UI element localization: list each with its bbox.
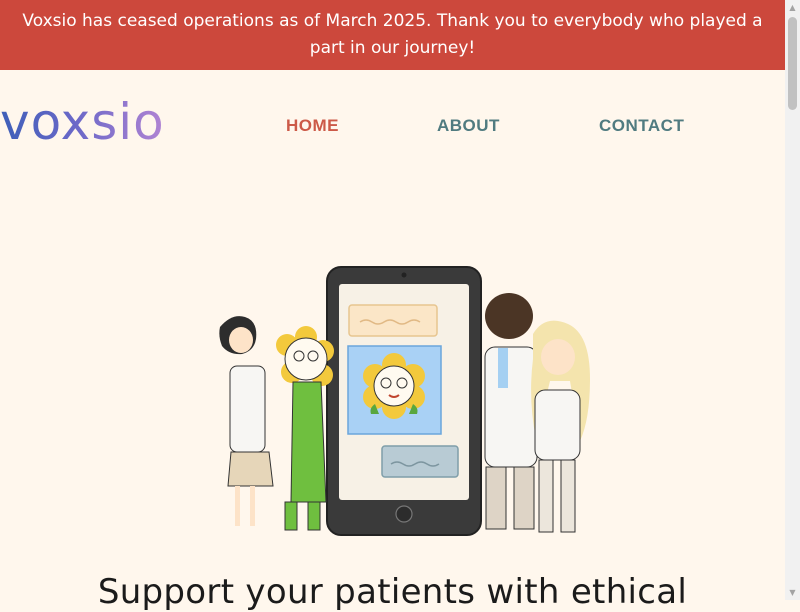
flower-costume-character xyxy=(276,326,334,531)
doctor-man xyxy=(484,293,538,530)
hero-illustration xyxy=(215,262,605,542)
site-header: voxsio HOME ABOUT CONTACT xyxy=(0,70,785,180)
scroll-up-arrow-icon[interactable]: ▲ xyxy=(785,0,800,15)
page-scrollbar[interactable]: ▲ ▼ xyxy=(785,0,800,600)
scrollbar-thumb[interactable] xyxy=(788,17,797,110)
nav-about-link[interactable]: ABOUT xyxy=(437,116,500,136)
announcement-banner: Voxsio has ceased operations as of March… xyxy=(0,0,785,70)
hero-headline: Support your patients with ethical xyxy=(97,572,688,612)
doctor-girl-left xyxy=(219,316,274,526)
doctor-woman-right xyxy=(531,320,590,533)
nav-home-link[interactable]: HOME xyxy=(286,116,339,136)
scroll-down-arrow-icon[interactable]: ▼ xyxy=(785,585,800,600)
nav-contact-link[interactable]: CONTACT xyxy=(599,116,684,136)
voxsio-logo[interactable]: voxsio xyxy=(0,92,165,152)
banner-message: Voxsio has ceased operations as of March… xyxy=(22,11,763,58)
